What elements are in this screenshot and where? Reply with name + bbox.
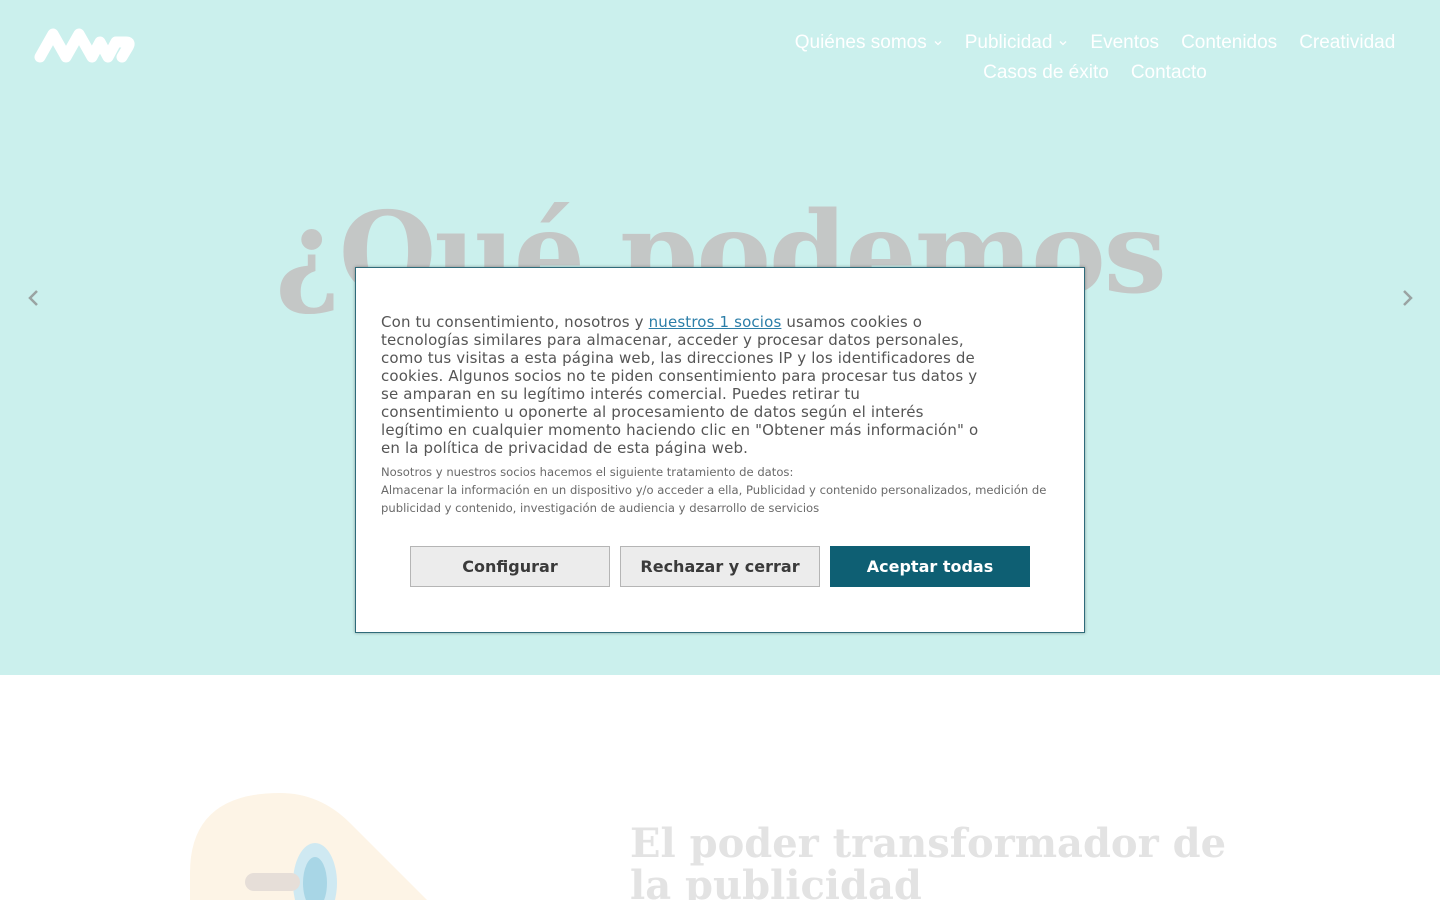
consent-buttons: Configurar Rechazar y cerrar Aceptar tod… (410, 546, 1030, 587)
consent-text-rest: usamos cookies o tecnologías similares p… (381, 313, 979, 457)
configure-button[interactable]: Configurar (410, 546, 610, 587)
nav-item-label: Casos de éxito (983, 62, 1109, 83)
processing-list: Almacenar la información en un dispositi… (381, 483, 1047, 515)
nav-item-label: Quiénes somos (794, 32, 927, 53)
nav-item-creatividad[interactable]: Creatividad (1299, 32, 1395, 54)
partners-link[interactable]: nuestros 1 socios (649, 313, 782, 331)
nav-item-label: Contenidos (1181, 32, 1278, 53)
intro-section: El poder transformador de la publicidad (0, 675, 1440, 900)
reject-button[interactable]: Rechazar y cerrar (620, 546, 820, 587)
chevron-right-icon[interactable] (1395, 286, 1419, 310)
nav-item-casos-de-exito[interactable]: Casos de éxito (983, 62, 1109, 84)
nav-item-label: Eventos (1090, 32, 1160, 53)
nav-item-label: Creatividad (1299, 32, 1396, 53)
nav-item-contenidos[interactable]: Contenidos (1181, 32, 1277, 54)
nav-item-publicidad[interactable]: Publicidad (965, 32, 1069, 54)
chevron-left-icon[interactable] (22, 286, 46, 310)
main-nav: Quiénes somos Publicidad Eventos Conteni… (795, 28, 1396, 88)
consent-text-intro: Con tu consentimiento, nosotros y (381, 313, 649, 331)
processing-heading: Nosotros y nuestros socios hacemos el si… (381, 465, 794, 479)
accept-all-button[interactable]: Aceptar todas (830, 546, 1030, 587)
chevron-down-icon (1059, 41, 1067, 46)
chevron-down-icon (934, 41, 942, 46)
nav-item-quienes-somos[interactable]: Quiénes somos (795, 32, 943, 54)
nav-item-label: Contacto (1130, 62, 1207, 83)
section-title: El poder transformador de la publicidad (630, 820, 1227, 900)
nav-item-eventos[interactable]: Eventos (1090, 32, 1159, 54)
site-logo[interactable] (34, 24, 136, 64)
nav-item-label: Publicidad (964, 32, 1053, 53)
nav-row-primary: Quiénes somos Publicidad Eventos Conteni… (795, 28, 1396, 58)
nav-item-contacto[interactable]: Contacto (1131, 62, 1207, 84)
consent-text: Con tu consentimiento, nosotros y nuestr… (381, 313, 981, 457)
processing-info: Nosotros y nuestros socios hacemos el si… (381, 463, 1071, 517)
cookie-consent-dialog: Con tu consentimiento, nosotros y nuestr… (355, 267, 1085, 633)
megaphone-illustration (190, 793, 427, 900)
nav-row-secondary: Casos de éxito Contacto (800, 58, 1390, 88)
